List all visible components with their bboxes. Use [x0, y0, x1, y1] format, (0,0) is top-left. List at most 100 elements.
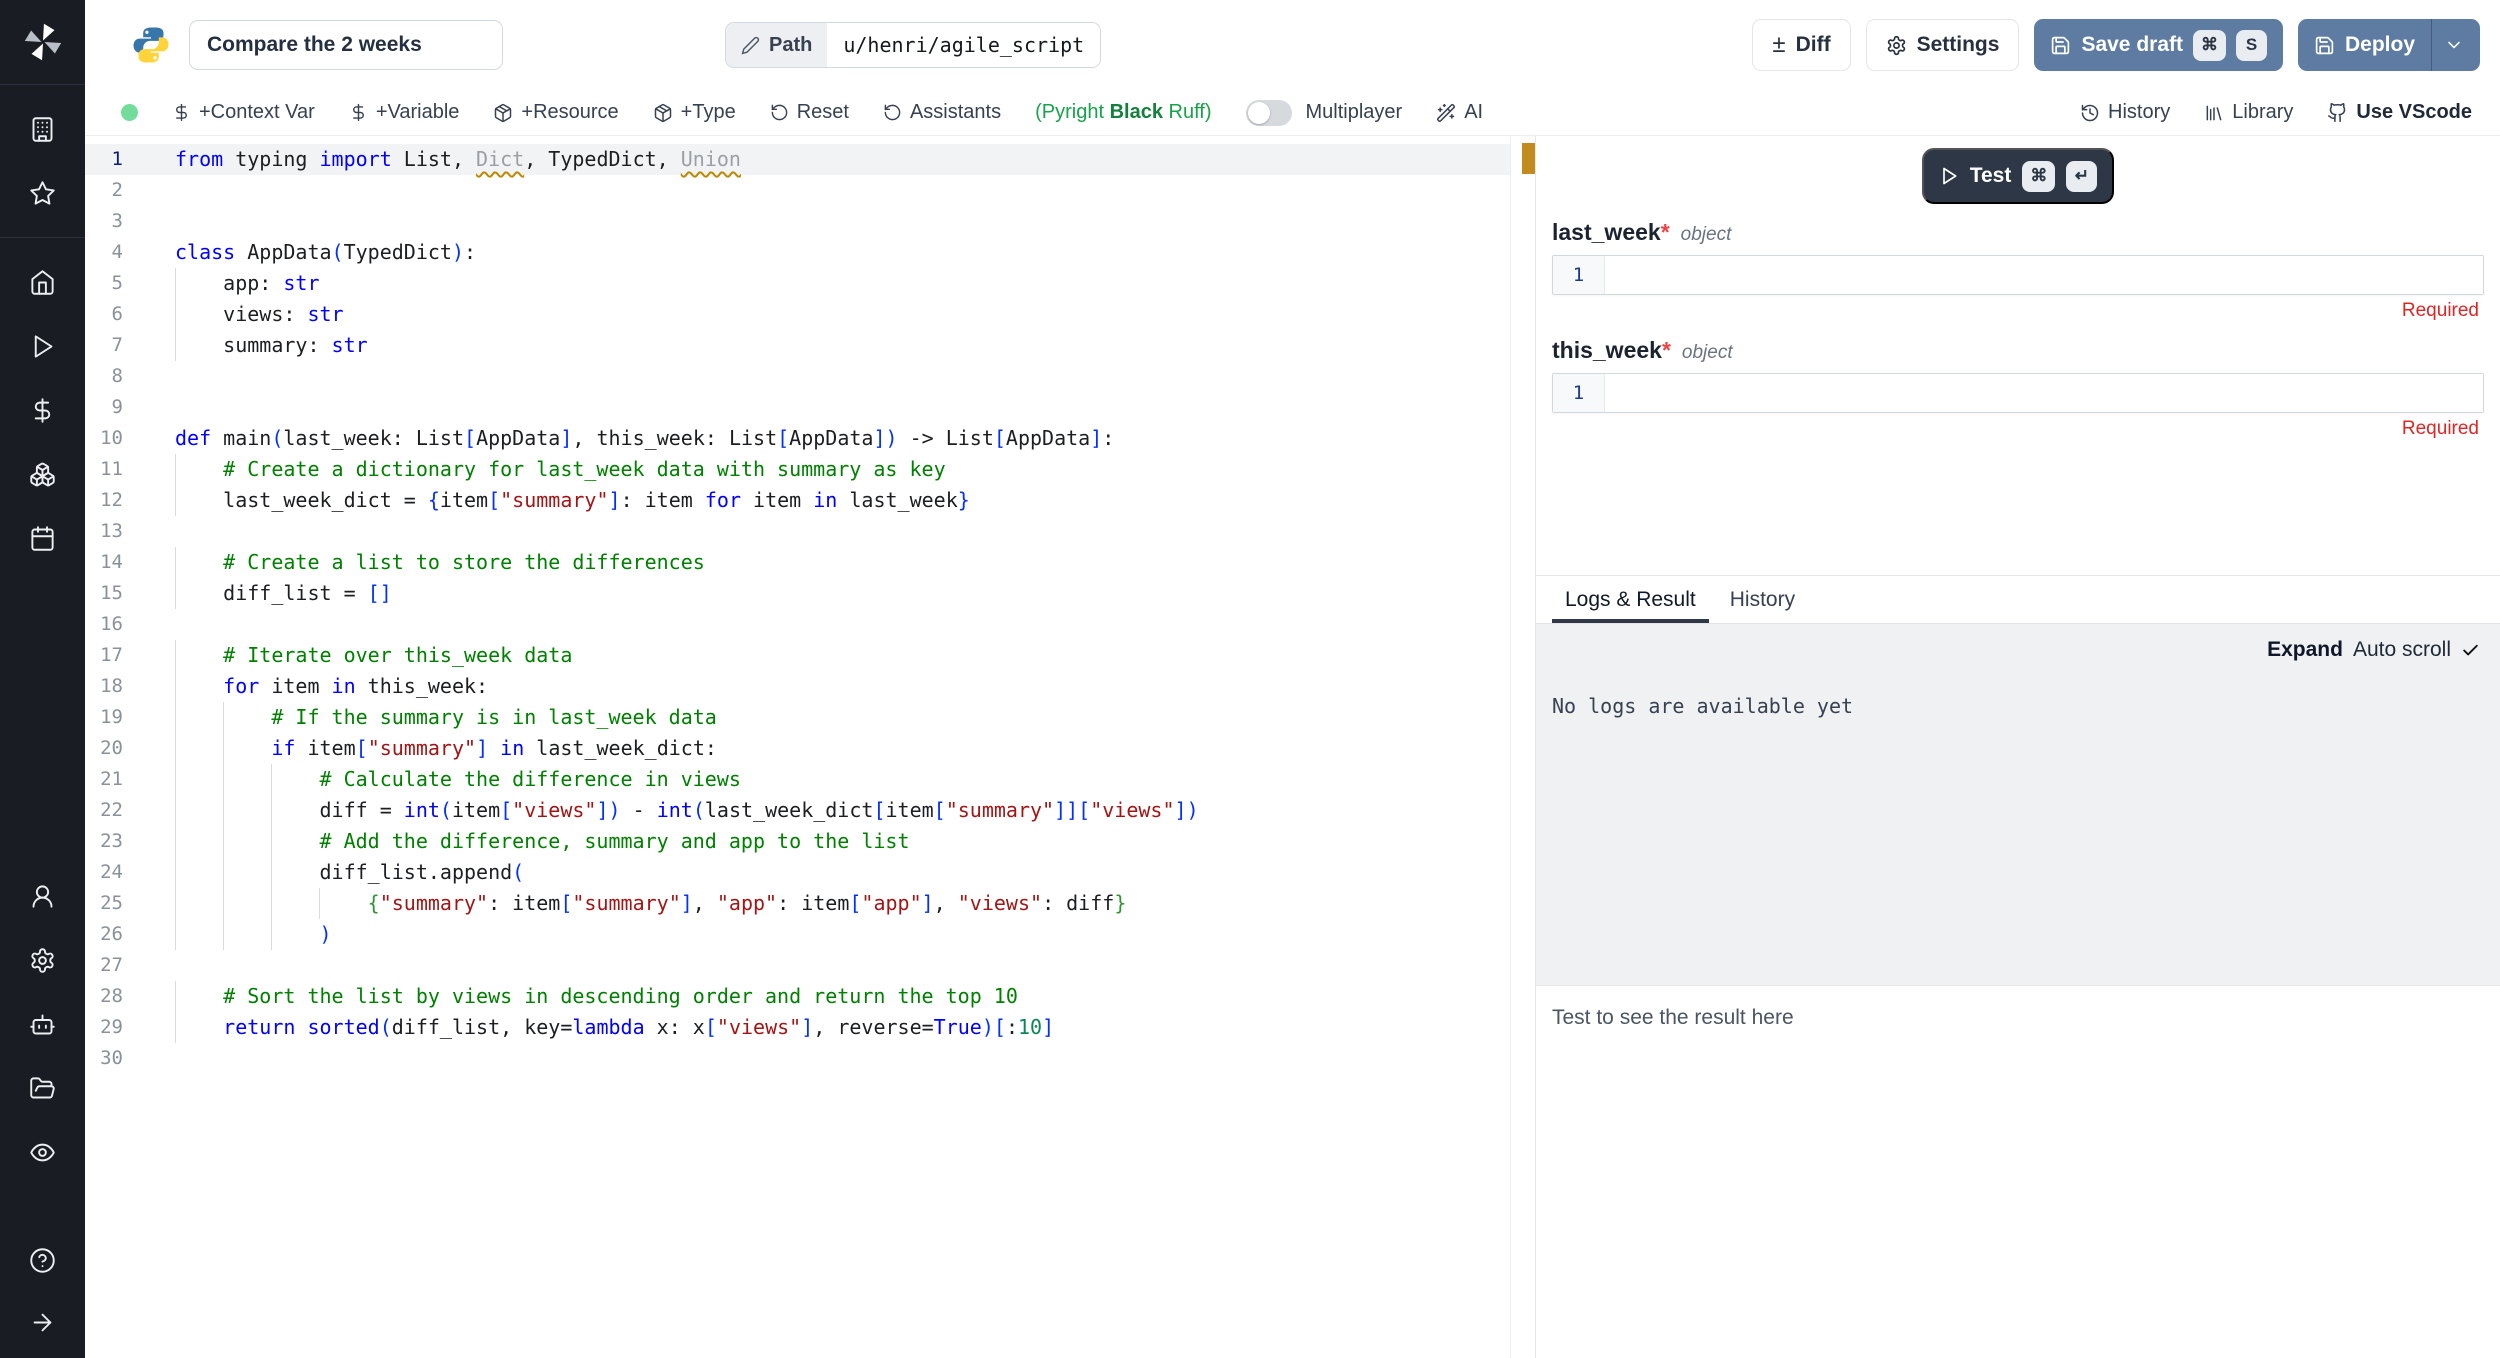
code-line[interactable]: 23 # Add the difference, summary and app…	[85, 826, 1510, 857]
code-line[interactable]: 5 app: str	[85, 268, 1510, 299]
sidebar-item-favorites[interactable]	[29, 179, 57, 207]
code-line[interactable]: 7 summary: str	[85, 330, 1510, 361]
code-line[interactable]: 18 for item in this_week:	[85, 671, 1510, 702]
result-tabs: Logs & Result History	[1536, 575, 2500, 623]
use-vscode-button[interactable]: Use VScode	[2327, 101, 2472, 124]
floppy-save-icon	[2314, 35, 2335, 56]
line-number: 24	[85, 857, 175, 888]
assistants-button[interactable]: Assistants	[883, 101, 1001, 124]
test-button[interactable]: Test ⌘ ↵	[1922, 148, 2115, 204]
save-draft-button[interactable]: Save draft ⌘ S	[2034, 19, 2283, 71]
diff-button[interactable]: ± Diff	[1752, 19, 1850, 71]
add-variable-button[interactable]: +Variable	[349, 101, 460, 124]
path-value[interactable]: u/henri/agile_script	[827, 23, 1100, 67]
sidebar-item-audit-logs[interactable]	[29, 1138, 57, 1166]
code-line[interactable]: 1from typing import List, Dict, TypedDic…	[85, 144, 1510, 175]
json-input-field[interactable]	[1605, 374, 2483, 412]
ai-button[interactable]: AI	[1436, 101, 1483, 124]
code-line[interactable]: 20 if item["summary"] in last_week_dict:	[85, 733, 1510, 764]
arg-json-input-this-week[interactable]: 1	[1552, 373, 2484, 413]
calendar-icon	[29, 525, 56, 552]
add-context-var-button[interactable]: +Context Var	[172, 101, 315, 124]
sidebar-item-settings[interactable]	[29, 946, 57, 974]
sidebar-item-home[interactable]	[29, 268, 57, 296]
script-title-input[interactable]	[189, 20, 503, 70]
sidebar-item-schedules[interactable]	[29, 524, 57, 552]
settings-button[interactable]: Settings	[1866, 19, 2020, 71]
eye-icon	[29, 1139, 56, 1166]
code-line[interactable]: 10def main(last_week: List[AppData], thi…	[85, 423, 1510, 454]
code-line[interactable]: 2	[85, 175, 1510, 206]
multiplayer-control: Multiplayer	[1246, 100, 1403, 126]
code-line[interactable]: 15 diff_list = []	[85, 578, 1510, 609]
code-line[interactable]: 3	[85, 206, 1510, 237]
code-line[interactable]: 11 # Create a dictionary for last_week d…	[85, 454, 1510, 485]
code-line[interactable]: 30	[85, 1043, 1510, 1074]
clock-history-icon	[2080, 103, 2100, 123]
code-line[interactable]: 29 return sorted(diff_list, key=lambda x…	[85, 1012, 1510, 1043]
multiplayer-toggle[interactable]	[1246, 100, 1292, 126]
code-line[interactable]: 22 diff = int(item["views"]) - int(last_…	[85, 795, 1510, 826]
help-group	[29, 1246, 57, 1358]
sidebar-item-workspace[interactable]	[29, 115, 57, 143]
code-line[interactable]: 8	[85, 361, 1510, 392]
sidebar-item-resources[interactable]	[29, 460, 57, 488]
line-number: 30	[85, 1043, 175, 1074]
code-line[interactable]: 19 # If the summary is in last_week data	[85, 702, 1510, 733]
sidebar-item-variables[interactable]	[29, 396, 57, 424]
windmill-logo[interactable]	[0, 0, 85, 85]
robot-icon	[29, 1011, 56, 1038]
code-line[interactable]: 12 last_week_dict = {item["summary"]: it…	[85, 485, 1510, 516]
code-line[interactable]: 16	[85, 609, 1510, 640]
no-logs-message: No logs are available yet	[1552, 694, 2480, 718]
sidebar-item-folders[interactable]	[29, 1074, 57, 1102]
sidebar-collapse-toggle[interactable]	[29, 1308, 57, 1336]
line-number: 18	[85, 671, 175, 702]
tab-logs-result[interactable]: Logs & Result	[1552, 576, 1709, 623]
library-button[interactable]: Library	[2204, 101, 2293, 124]
check-icon[interactable]	[2461, 641, 2480, 660]
save-draft-label: Save draft	[2081, 33, 2183, 57]
arg-json-input-last-week[interactable]: 1	[1552, 255, 2484, 295]
code-line[interactable]: 24 diff_list.append(	[85, 857, 1510, 888]
json-input-field[interactable]	[1605, 256, 2483, 294]
admin-group	[0, 882, 85, 1176]
topbar-actions: ± Diff Settings Save draft ⌘ S Deploy	[1752, 19, 2500, 71]
code-line[interactable]: 27	[85, 950, 1510, 981]
code-line[interactable]: 17 # Iterate over this_week data	[85, 640, 1510, 671]
line-number: 26	[85, 919, 175, 950]
reset-button[interactable]: Reset	[770, 101, 849, 124]
code-line[interactable]: 4class AppData(TypedDict):	[85, 237, 1510, 268]
editor-overview-ruler[interactable]	[1510, 136, 1535, 1358]
expand-button[interactable]: Expand	[2267, 638, 2343, 662]
code-line[interactable]: 9	[85, 392, 1510, 423]
line-number: 15	[85, 578, 175, 609]
code-line[interactable]: 26 )	[85, 919, 1510, 950]
sidebar-item-help[interactable]	[29, 1246, 57, 1274]
chevron-down-icon[interactable]	[2444, 35, 2464, 55]
code-line[interactable]: 6 views: str	[85, 299, 1510, 330]
code-line[interactable]: 13	[85, 516, 1510, 547]
logs-section: Expand Auto scroll No logs are available…	[1536, 623, 2500, 985]
path-edit-segment[interactable]: Path	[726, 23, 827, 67]
path-widget[interactable]: Path u/henri/agile_script	[725, 22, 1101, 68]
add-type-button[interactable]: +Type	[653, 101, 736, 124]
code-editor[interactable]: 1from typing import List, Dict, TypedDic…	[85, 136, 1535, 1358]
add-resource-button[interactable]: +Resource	[493, 101, 618, 124]
code-line[interactable]: 21 # Calculate the difference in views	[85, 764, 1510, 795]
arg-label-row: this_week* object	[1552, 337, 2484, 364]
code-line[interactable]: 25 {"summary": item["summary"], "app": i…	[85, 888, 1510, 919]
sidebar-item-runs[interactable]	[29, 332, 57, 360]
sidebar-item-workers[interactable]	[29, 1010, 57, 1038]
cmd-key-badge: ⌘	[2022, 161, 2055, 192]
deploy-button[interactable]: Deploy	[2298, 19, 2480, 71]
history-button[interactable]: History	[2080, 101, 2170, 124]
code-line[interactable]: 14 # Create a list to store the differen…	[85, 547, 1510, 578]
sidebar-item-users[interactable]	[29, 882, 57, 910]
autoscroll-toggle[interactable]: Auto scroll	[2353, 638, 2451, 662]
home-icon	[29, 269, 56, 296]
line-number: 29	[85, 1012, 175, 1043]
code-line[interactable]: 28 # Sort the list by views in descendin…	[85, 981, 1510, 1012]
tab-history[interactable]: History	[1717, 576, 1808, 623]
settings-label: Settings	[1917, 33, 2000, 57]
